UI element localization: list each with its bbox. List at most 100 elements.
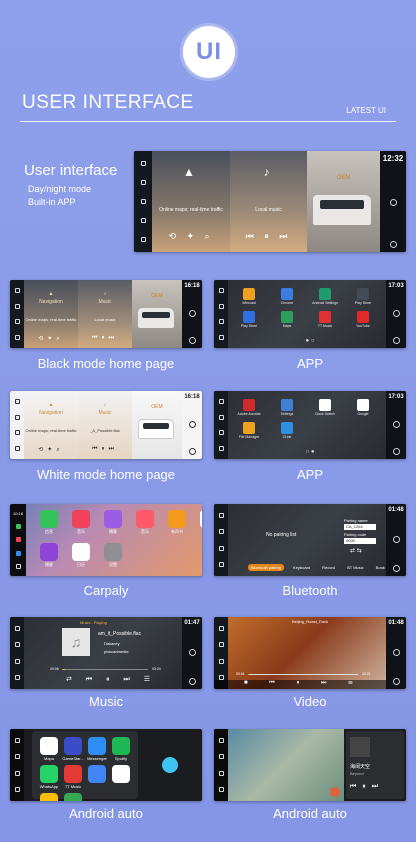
power-icon[interactable] <box>188 309 196 317</box>
music-icon[interactable] <box>14 430 20 436</box>
music-icon[interactable] <box>15 537 21 543</box>
waze-icon[interactable] <box>162 757 178 773</box>
power-icon[interactable] <box>392 535 400 543</box>
oem-card[interactable]: OEM <box>307 151 380 252</box>
phone-icon[interactable] <box>140 180 146 185</box>
app-icon-5[interactable]: Maps <box>274 311 300 328</box>
music-icon[interactable] <box>218 319 224 325</box>
bluetooth-toggle-icons[interactable]: ⇄ ⇆ <box>350 547 362 554</box>
maps-icon[interactable] <box>15 550 21 556</box>
phone-icon[interactable] <box>14 414 20 420</box>
tab-bluetooth-pairing[interactable]: Bluetooth pairing <box>248 564 285 571</box>
back-icon[interactable] <box>218 399 224 405</box>
tab-keyboard[interactable]: Keyboard <box>290 564 313 571</box>
app-icon-3[interactable]: Spotify <box>110 737 132 761</box>
navigation-controls[interactable]: ⟲✦⌕ <box>24 446 78 454</box>
back-icon[interactable] <box>218 512 224 518</box>
back-icon[interactable] <box>140 161 146 166</box>
music-icon[interactable] <box>218 658 224 664</box>
home-grid-icon[interactable] <box>15 563 21 569</box>
app-icon-1[interactable]: 音乐 <box>70 510 92 535</box>
navigation-card[interactable]: ▲ Navigation Online maps; real-time traf… <box>24 391 78 459</box>
navigation-controls[interactable]: ⟲ ✦ ⌕ <box>152 231 230 242</box>
phone-icon[interactable] <box>218 754 224 760</box>
back-icon[interactable] <box>14 625 20 631</box>
app-icon-6[interactable]: TT Music <box>312 311 338 328</box>
settings-gear-icon[interactable] <box>392 448 400 455</box>
app-icon-5[interactable]: ZLink <box>274 422 300 439</box>
app-icon-2[interactable]: 播客 <box>102 510 124 535</box>
app-icon-0[interactable]: Wirecast <box>236 288 262 305</box>
car-icon[interactable] <box>14 675 20 681</box>
apps-icon[interactable] <box>218 787 224 793</box>
phone-icon[interactable] <box>14 303 20 309</box>
back-icon[interactable] <box>14 399 20 405</box>
progress-bar[interactable] <box>62 669 148 670</box>
settings-gear-icon[interactable] <box>392 678 400 685</box>
music-icon[interactable] <box>14 770 20 776</box>
media-controls[interactable]: ⏮⏸⏭ <box>350 783 384 791</box>
car-icon[interactable] <box>14 334 20 340</box>
app-icon-5[interactable] <box>198 510 202 535</box>
map-view[interactable] <box>228 729 344 801</box>
navigation-controls[interactable]: ⟲✦⌕ <box>24 335 78 343</box>
power-icon[interactable] <box>392 420 400 428</box>
app-icon-1[interactable]: Chrome <box>274 288 300 305</box>
app-icon-4[interactable]: File Manager <box>236 422 262 439</box>
settings-gear-icon[interactable] <box>188 337 196 344</box>
app-icon-0[interactable]: Adobe Acrobat <box>236 399 262 416</box>
music-icon[interactable] <box>218 545 224 551</box>
app-icon-2[interactable]: Messenger <box>86 737 108 761</box>
music-controls[interactable]: ⏮ ⏸ ⏭ <box>230 231 307 242</box>
app-icon-8[interactable]: 设置 <box>102 543 124 568</box>
power-icon[interactable] <box>188 648 196 656</box>
back-icon[interactable] <box>218 288 224 294</box>
apps-grid-icon[interactable] <box>140 237 146 242</box>
back-icon[interactable] <box>14 288 20 294</box>
app-icon-7[interactable]: YouTube <box>350 311 376 328</box>
tab-record[interactable]: Record <box>319 564 338 571</box>
navigation-start-icon[interactable] <box>330 787 340 797</box>
app-icon-0[interactable]: Mapa <box>38 737 60 761</box>
app-icon-8[interactable] <box>38 793 60 801</box>
app-icon-3[interactable]: 音乐 <box>134 510 156 535</box>
app-icon-4[interactable]: WhatsApp <box>38 765 60 789</box>
apps-icon[interactable] <box>14 787 20 793</box>
power-icon[interactable] <box>389 198 397 206</box>
video-controls[interactable]: ■ ⏮ ⏸ ⏭ ☰ <box>214 680 386 689</box>
app-icon-4[interactable]: Play Store <box>236 311 262 328</box>
phone-icon[interactable] <box>218 642 224 648</box>
pairing-code-field[interactable]: 0000 <box>344 538 376 544</box>
app-icon-9[interactable] <box>62 793 84 801</box>
app-icon-5[interactable]: TT Music <box>62 765 84 789</box>
oem-card[interactable]: OEM <box>132 280 182 348</box>
settings-gear-icon[interactable] <box>392 337 400 344</box>
music-icon[interactable] <box>140 199 146 204</box>
music-icon[interactable] <box>14 658 20 664</box>
car-icon[interactable] <box>218 562 224 568</box>
music-icon[interactable] <box>218 770 224 776</box>
app-icon-1[interactable]: Settings <box>274 399 300 416</box>
car-icon[interactable] <box>14 445 20 451</box>
music-card[interactable]: ♪ Music _A_Possible.flac ⏮⏸⏭ <box>78 391 132 459</box>
app-icon-3[interactable]: Google <box>350 399 376 416</box>
music-icon[interactable] <box>14 319 20 325</box>
app-icon-2[interactable]: Clock Switch <box>312 399 338 416</box>
settings-gear-icon[interactable] <box>392 565 400 572</box>
power-icon[interactable] <box>392 648 400 656</box>
maps-icon[interactable] <box>14 737 20 743</box>
app-icon-6[interactable]: 播客 <box>38 543 60 568</box>
settings-gear-icon[interactable] <box>188 448 196 455</box>
video-progress[interactable] <box>248 674 358 675</box>
maps-icon[interactable] <box>218 737 224 743</box>
app-icon-0[interactable]: 信息 <box>38 510 60 535</box>
music-controls[interactable]: ⏮⏸⏭ <box>78 335 132 342</box>
settings-gear-icon[interactable] <box>188 678 196 685</box>
settings-gear-icon[interactable] <box>389 241 397 248</box>
phone-icon[interactable] <box>218 303 224 309</box>
app-icon-2[interactable]: Android Settings <box>312 288 338 305</box>
back-icon[interactable] <box>218 625 224 631</box>
music-icon[interactable] <box>218 430 224 436</box>
app-icon-7[interactable] <box>110 765 132 789</box>
oem-card[interactable]: OEM <box>132 391 182 459</box>
